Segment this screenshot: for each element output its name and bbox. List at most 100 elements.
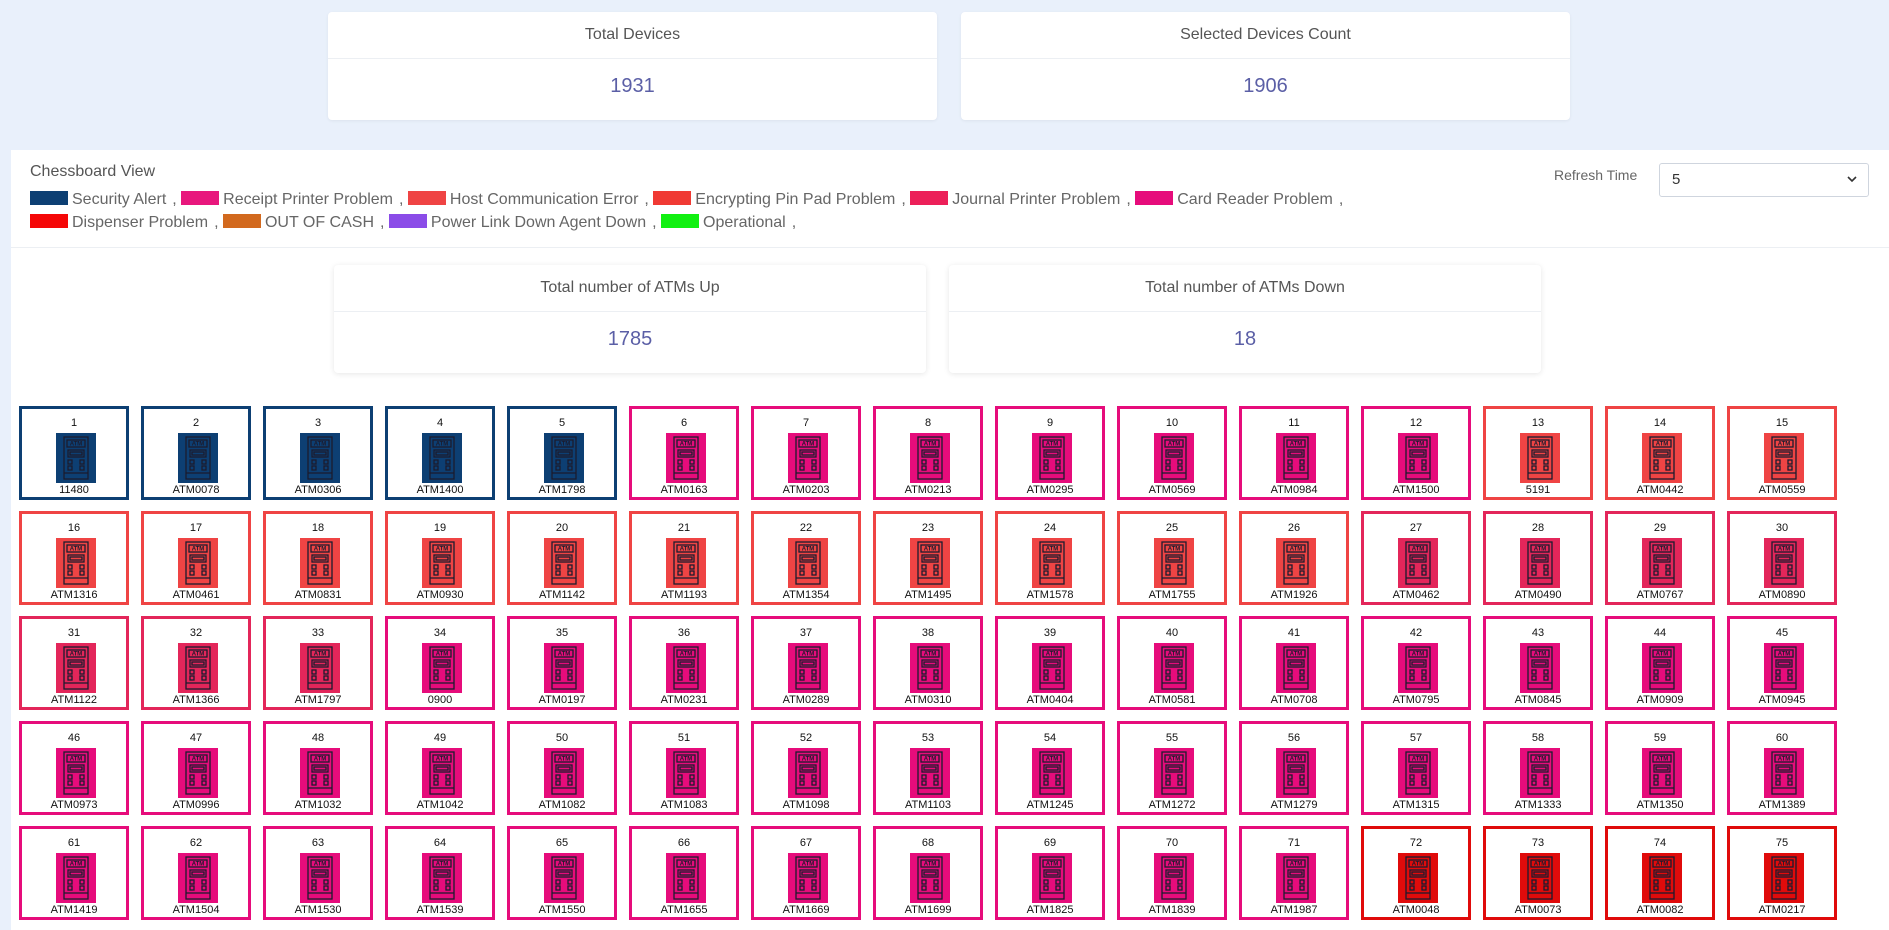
atm-tile[interactable]: 12 ATM ATM1500: [1361, 406, 1471, 500]
atm-machine-icon: ATM: [1154, 853, 1194, 903]
atm-machine-icon: ATM: [1032, 853, 1072, 903]
atm-tile[interactable]: 18 ATM ATM0831: [263, 511, 373, 605]
atm-tile[interactable]: 71 ATM ATM1987: [1239, 826, 1349, 920]
atm-tile-number: 41: [1287, 627, 1301, 639]
atm-tile[interactable]: 56 ATM ATM1279: [1239, 721, 1349, 815]
atm-tile[interactable]: 19 ATM ATM0930: [385, 511, 495, 605]
atm-tile[interactable]: 23 ATM ATM1495: [873, 511, 983, 605]
atm-tile[interactable]: 28 ATM ATM0490: [1483, 511, 1593, 605]
atm-machine-icon: ATM: [788, 538, 828, 588]
atm-tile-id: ATM1987: [1270, 904, 1318, 916]
atm-tile[interactable]: 30 ATM ATM0890: [1727, 511, 1837, 605]
atm-tile[interactable]: 42 ATM ATM0795: [1361, 616, 1471, 710]
atm-tile[interactable]: 9 ATM ATM0295: [995, 406, 1105, 500]
atm-tile[interactable]: 31 ATM ATM1122: [19, 616, 129, 710]
atm-tile[interactable]: 43 ATM ATM0845: [1483, 616, 1593, 710]
atm-tile[interactable]: 14 ATM ATM0442: [1605, 406, 1715, 500]
atm-tile[interactable]: 22 ATM ATM1354: [751, 511, 861, 605]
atm-tile[interactable]: 63 ATM ATM1530: [263, 826, 373, 920]
atm-tile[interactable]: 33 ATM ATM1797: [263, 616, 373, 710]
atm-tile[interactable]: 54 ATM ATM1245: [995, 721, 1105, 815]
atm-tile[interactable]: 27 ATM ATM0462: [1361, 511, 1471, 605]
atm-tile[interactable]: 52 ATM ATM1098: [751, 721, 861, 815]
atm-tile[interactable]: 15 ATM ATM0559: [1727, 406, 1837, 500]
atm-tile[interactable]: 38 ATM ATM0310: [873, 616, 983, 710]
legend-label: Journal Printer Problem: [952, 191, 1121, 208]
atm-machine-icon: ATM: [1764, 853, 1804, 903]
svg-text:ATM: ATM: [70, 757, 83, 763]
atm-tile[interactable]: 67 ATM ATM1669: [751, 826, 861, 920]
atm-tile[interactable]: 36 ATM ATM0231: [629, 616, 739, 710]
atm-tile[interactable]: 57 ATM ATM1315: [1361, 721, 1471, 815]
atm-tile[interactable]: 45 ATM ATM0945: [1727, 616, 1837, 710]
atm-tile[interactable]: 59 ATM ATM1350: [1605, 721, 1715, 815]
atm-tile-number: 9: [1046, 417, 1054, 429]
atm-tile[interactable]: 16 ATM ATM1316: [19, 511, 129, 605]
atm-tile[interactable]: 40 ATM ATM0581: [1117, 616, 1227, 710]
atm-tile[interactable]: 17 ATM ATM0461: [141, 511, 251, 605]
atm-tile[interactable]: 48 ATM ATM1032: [263, 721, 373, 815]
atm-tile[interactable]: 35 ATM ATM0197: [507, 616, 617, 710]
atm-tile[interactable]: 46 ATM ATM0973: [19, 721, 129, 815]
atm-tile[interactable]: 75 ATM ATM0217: [1727, 826, 1837, 920]
svg-text:ATM: ATM: [1412, 442, 1425, 448]
atm-tile[interactable]: 53 ATM ATM1103: [873, 721, 983, 815]
atm-tile[interactable]: 7 ATM ATM0203: [751, 406, 861, 500]
atm-tile[interactable]: 47 ATM ATM0996: [141, 721, 251, 815]
atm-tile[interactable]: 70 ATM ATM1839: [1117, 826, 1227, 920]
atm-tile-id: ATM1530: [294, 904, 342, 916]
atm-tile[interactable]: 34 ATM 0900: [385, 616, 495, 710]
atm-tile[interactable]: 58 ATM ATM1333: [1483, 721, 1593, 815]
atm-tile[interactable]: 5 ATM ATM1798: [507, 406, 617, 500]
atm-tile[interactable]: 6 ATM ATM0163: [629, 406, 739, 500]
atm-tile[interactable]: 50 ATM ATM1082: [507, 721, 617, 815]
atm-tile[interactable]: 72 ATM ATM0048: [1361, 826, 1471, 920]
atm-tile[interactable]: 24 ATM ATM1578: [995, 511, 1105, 605]
atm-tile[interactable]: 32 ATM ATM1366: [141, 616, 251, 710]
atm-tile[interactable]: 29 ATM ATM0767: [1605, 511, 1715, 605]
atm-tile-id: ATM0295: [1026, 484, 1074, 496]
atm-machine-icon: ATM: [56, 748, 96, 798]
atm-tile-id: ATM1354: [782, 589, 830, 601]
atm-tile[interactable]: 37 ATM ATM0289: [751, 616, 861, 710]
atm-tile[interactable]: 73 ATM ATM0073: [1483, 826, 1593, 920]
atm-tile[interactable]: 49 ATM ATM1042: [385, 721, 495, 815]
atm-tile[interactable]: 13 ATM 5191: [1483, 406, 1593, 500]
atm-tile[interactable]: 65 ATM ATM1550: [507, 826, 617, 920]
atm-tile-number: 66: [677, 837, 691, 849]
atm-tile[interactable]: 39 ATM ATM0404: [995, 616, 1105, 710]
atm-tile[interactable]: 62 ATM ATM1504: [141, 826, 251, 920]
atm-tile-id: ATM0569: [1148, 484, 1196, 496]
atm-tile[interactable]: 41 ATM ATM0708: [1239, 616, 1349, 710]
atm-tile[interactable]: 60 ATM ATM1389: [1727, 721, 1837, 815]
atm-tile[interactable]: 3 ATM ATM0306: [263, 406, 373, 500]
atm-tile[interactable]: 55 ATM ATM1272: [1117, 721, 1227, 815]
atm-tile[interactable]: 4 ATM ATM1400: [385, 406, 495, 500]
atm-tile[interactable]: 20 ATM ATM1142: [507, 511, 617, 605]
atm-tile-number: 3: [314, 417, 322, 429]
atm-tile[interactable]: 69 ATM ATM1825: [995, 826, 1105, 920]
atm-tile[interactable]: 26 ATM ATM1926: [1239, 511, 1349, 605]
atm-tile[interactable]: 51 ATM ATM1083: [629, 721, 739, 815]
atm-tile[interactable]: 64 ATM ATM1539: [385, 826, 495, 920]
refresh-time-select[interactable]: 5: [1659, 163, 1869, 197]
atm-machine-icon: ATM: [666, 748, 706, 798]
atm-tile[interactable]: 74 ATM ATM0082: [1605, 826, 1715, 920]
svg-text:ATM: ATM: [1046, 547, 1059, 553]
atm-tile[interactable]: 68 ATM ATM1699: [873, 826, 983, 920]
atm-tile[interactable]: 10 ATM ATM0569: [1117, 406, 1227, 500]
atm-tile[interactable]: 21 ATM ATM1193: [629, 511, 739, 605]
atm-tile-id: ATM1797: [294, 694, 342, 706]
atm-tile[interactable]: 61 ATM ATM1419: [19, 826, 129, 920]
atm-tile[interactable]: 44 ATM ATM0909: [1605, 616, 1715, 710]
atm-tile[interactable]: 66 ATM ATM1655: [629, 826, 739, 920]
atm-tile[interactable]: 25 ATM ATM1755: [1117, 511, 1227, 605]
atm-tile-number: 64: [433, 837, 447, 849]
atm-tile-number: 46: [67, 732, 81, 744]
atm-tile-number: 70: [1165, 837, 1179, 849]
atm-tile[interactable]: 1 ATM 11480: [19, 406, 129, 500]
atm-tile[interactable]: 2 ATM ATM0078: [141, 406, 251, 500]
atm-tile[interactable]: 11 ATM ATM0984: [1239, 406, 1349, 500]
atm-tile[interactable]: 8 ATM ATM0213: [873, 406, 983, 500]
atm-tile-id: ATM1122: [50, 694, 98, 706]
